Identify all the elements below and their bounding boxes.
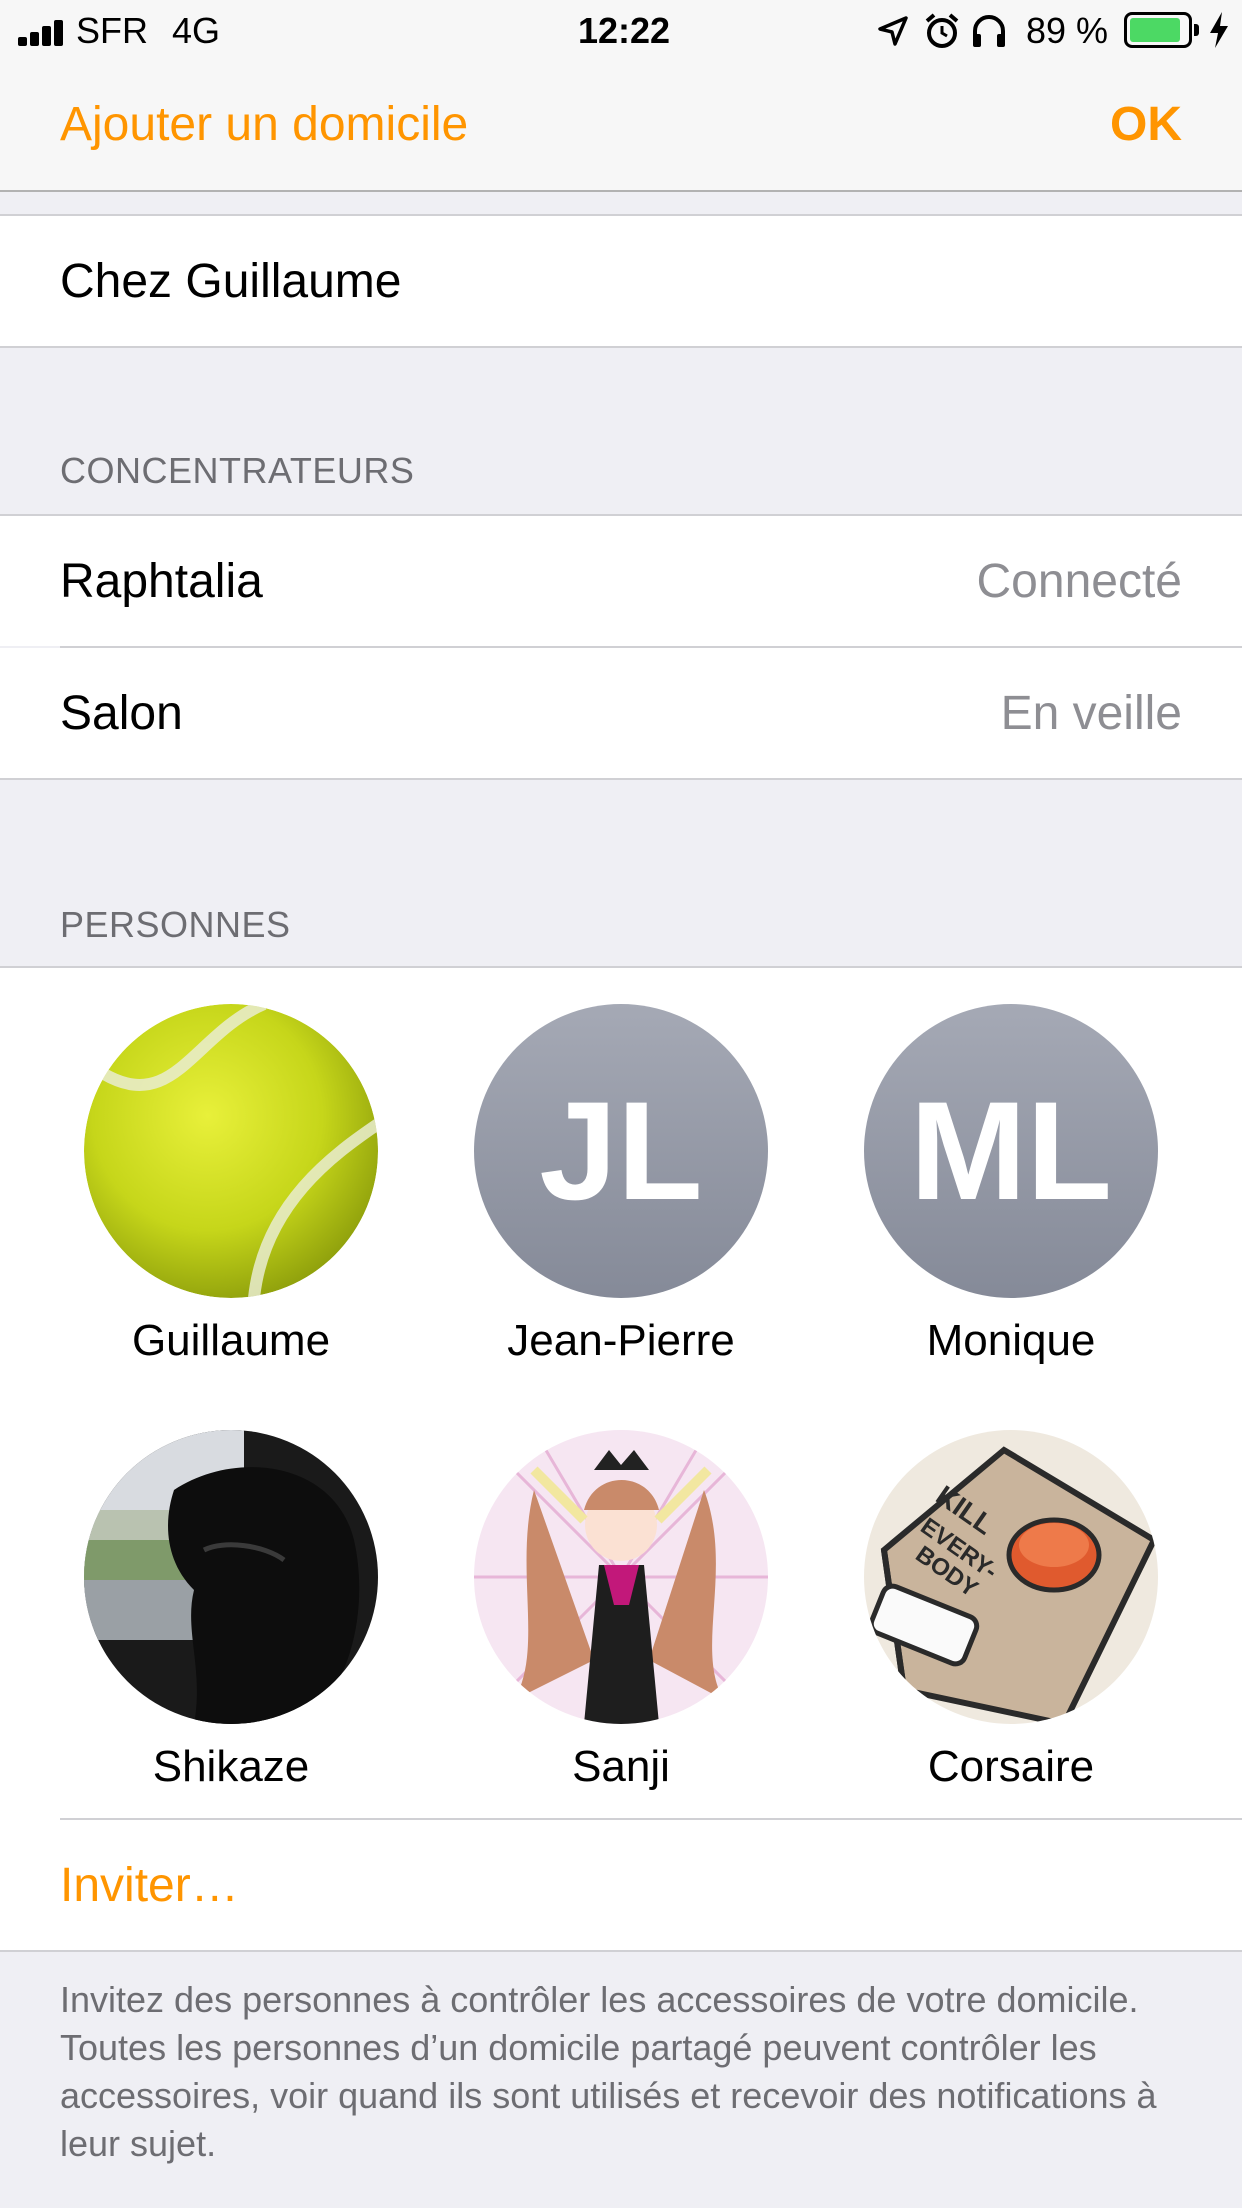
person-name: Corsaire [927, 1742, 1095, 1791]
divider [0, 778, 1242, 780]
battery-fill [1130, 18, 1180, 42]
person-name: Jean-Pierre [507, 1316, 735, 1365]
person-shikaze[interactable]: Shikaze [81, 1430, 381, 1792]
invite-button[interactable]: Inviter… [60, 1858, 239, 1913]
initials-avatar: JL [474, 1004, 768, 1298]
person-monique[interactable]: ML Monique [861, 1004, 1161, 1366]
navigation-bar: Ajouter un domicile OK [0, 62, 1242, 192]
person-name: Shikaze [152, 1742, 310, 1791]
person-name: Guillaume [131, 1316, 331, 1365]
signal-strength-icon [18, 20, 66, 46]
divider [60, 1818, 1242, 1820]
nav-title: Ajouter un domicile [60, 98, 469, 151]
person-corsaire[interactable]: KILL EVERY- BODY Corsaire [861, 1430, 1161, 1792]
hub-name: Salon [60, 687, 183, 740]
hub-status: En veille [1000, 687, 1182, 740]
person-sanji[interactable]: Sanji [471, 1430, 771, 1792]
initials-avatar: ML [864, 1004, 1158, 1298]
anime-avatar [474, 1430, 768, 1724]
hub-status: Connecté [976, 555, 1182, 608]
charging-icon [1210, 12, 1228, 48]
headphones-icon [973, 15, 1005, 47]
clock: 12:22 [578, 10, 671, 51]
carrier-name: SFR [76, 10, 148, 51]
hub-row[interactable]: Raphtalia Connecté [0, 516, 1242, 646]
person-photo-avatar [84, 1430, 378, 1724]
hub-row[interactable]: Salon En veille [0, 648, 1242, 778]
person-jean-pierre[interactable]: JL Jean-Pierre [471, 1004, 771, 1366]
person-name: Sanji [572, 1742, 670, 1791]
divider [0, 1950, 1242, 1952]
home-name-value[interactable]: Chez Guillaume [60, 254, 401, 309]
battery-icon [1124, 12, 1192, 48]
comic-avatar: KILL EVERY- BODY [864, 1430, 1158, 1724]
person-guillaume[interactable]: Guillaume [81, 1004, 381, 1366]
ok-button[interactable]: OK [1110, 97, 1182, 152]
network-type: 4G [172, 10, 221, 51]
status-bar: SFR 4G 12:22 89 % [0, 0, 1242, 62]
tennis-ball-avatar [84, 1004, 378, 1298]
people-section-header: PERSONNES [60, 904, 291, 945]
hub-name: Raphtalia [60, 555, 263, 608]
people-footer-note: Invitez des personnes à contrôler les ac… [60, 1979, 1157, 2164]
home-name-field[interactable]: Chez Guillaume [0, 216, 1242, 346]
divider [0, 346, 1242, 348]
alarm-icon [925, 13, 959, 48]
battery-percent: 89 % [1026, 10, 1109, 51]
person-name: Monique [926, 1316, 1096, 1365]
battery-cap [1194, 24, 1199, 36]
hubs-section-header: CONCENTRATEURS [60, 450, 415, 491]
location-icon [878, 16, 908, 46]
